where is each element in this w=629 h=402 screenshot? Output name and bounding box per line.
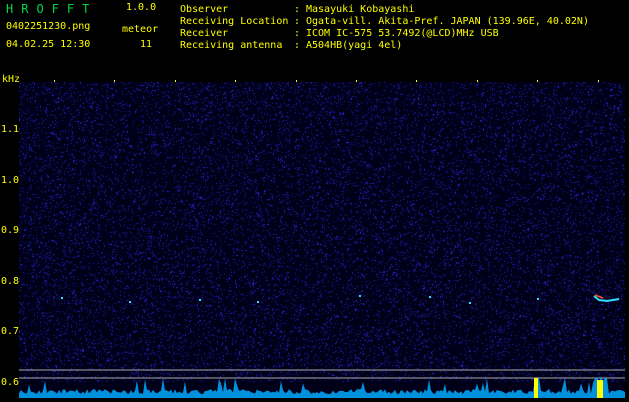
file-name: 0402251230.png — [6, 21, 91, 32]
meteor-echo — [129, 301, 131, 303]
app-title: HROFFT — [6, 2, 98, 16]
meteor-echo — [199, 299, 201, 301]
info-label: Receiver — [180, 28, 229, 39]
info-label: Observer — [180, 4, 229, 15]
meteor-echo — [469, 302, 471, 304]
info-value: A504HB(yagi 4el) — [306, 40, 403, 51]
meteor-echo — [359, 295, 361, 297]
info-separator: : — [294, 16, 301, 27]
app-version: 1.0.0 — [126, 2, 157, 13]
info-value: Masayuki Kobayashi — [306, 4, 415, 15]
meteor-echo — [257, 301, 259, 303]
spectrogram-overlay — [19, 294, 625, 398]
meteor-echo — [537, 298, 539, 300]
frequency-tick-label: 0.8 — [1, 275, 20, 287]
header-panel: HROFFT 1.0.0 0402251230.png meteor 04.02… — [0, 0, 629, 72]
frequency-unit-label: kHz — [2, 74, 21, 85]
meteor-count: 11 — [140, 39, 153, 50]
info-label: Receiving antenna — [180, 40, 283, 51]
info-separator: : — [294, 28, 301, 39]
meteor-echo — [429, 296, 431, 298]
info-value: Ogata-vill. Akita-Pref. JAPAN (139.96E, … — [306, 16, 589, 27]
frequency-tick-label: 0.6 — [1, 377, 20, 388]
info-label: Receiving Location — [180, 16, 289, 27]
spectrogram — [19, 82, 625, 398]
info-separator: : — [294, 4, 301, 15]
signal-peak — [597, 380, 603, 398]
frequency-tick-label: 1.1 — [1, 124, 20, 135]
info-separator: : — [294, 40, 301, 51]
frequency-tick-label: 1.0 — [1, 174, 20, 186]
frequency-tick-label: 0.7 — [1, 326, 20, 338]
meteor-label: meteor — [122, 24, 159, 35]
meteor-echo — [61, 297, 63, 299]
info-value: ICOM IC-575 53.7492(@LCD)MHz USB — [306, 28, 499, 39]
frequency-tick-label: 0.9 — [1, 225, 20, 237]
signal-peak — [534, 378, 538, 398]
file-datetime: 04.02.25 12:30 — [6, 39, 91, 50]
